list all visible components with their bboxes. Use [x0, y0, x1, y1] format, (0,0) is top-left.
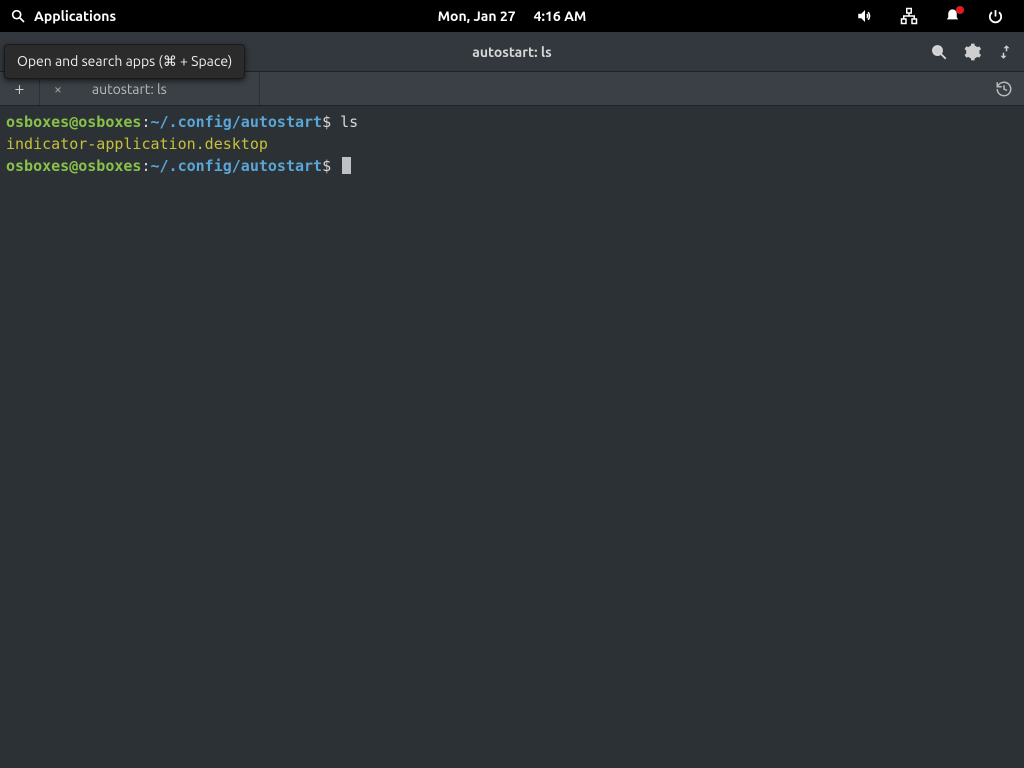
window-title: autostart: ls [472, 44, 552, 60]
notification-badge [956, 6, 964, 14]
prompt-sigil: $ [322, 157, 331, 175]
command-text: ls [340, 113, 358, 131]
notification-bell-icon[interactable] [944, 8, 961, 25]
volume-icon[interactable] [856, 7, 874, 25]
close-tab-icon[interactable]: × [54, 81, 62, 97]
applications-tooltip: Open and search apps (⌘ + Space) [4, 44, 245, 79]
tab-label: autostart: ls [92, 81, 167, 97]
topbar-status-area [856, 7, 1014, 25]
date-label: Mon, Jan 27 [438, 8, 516, 24]
prompt-user: osboxes@osboxes [6, 157, 141, 175]
terminal-cursor [342, 157, 351, 174]
prompt-sigil: $ [322, 113, 331, 131]
system-topbar: Applications Mon, Jan 27 4:16 AM [0, 0, 1024, 32]
topbar-left: Applications [10, 8, 856, 24]
prompt-user: osboxes@osboxes [6, 113, 141, 131]
tab-history-button[interactable] [984, 72, 1024, 105]
applications-menu[interactable]: Applications [34, 8, 116, 24]
prompt-sep: : [141, 157, 150, 175]
terminal-window: × autostart: ls + × autostart: ls osboxe… [0, 32, 1024, 768]
prompt-sep: : [141, 113, 150, 131]
time-label: 4:16 AM [534, 8, 587, 24]
settings-gear-icon[interactable] [962, 42, 982, 62]
prompt-path: ~/.config/autostart [151, 157, 323, 175]
topbar-clock[interactable]: Mon, Jan 27 4:16 AM [438, 8, 587, 24]
search-in-terminal-icon[interactable] [930, 43, 948, 61]
network-icon[interactable] [900, 7, 918, 25]
terminal-output-line: indicator-application.desktop [6, 135, 268, 153]
titlebar-controls [930, 42, 1024, 62]
power-icon[interactable] [987, 8, 1004, 25]
restore-window-icon[interactable] [996, 43, 1014, 61]
prompt-path: ~/.config/autostart [151, 113, 323, 131]
search-icon[interactable] [10, 8, 26, 24]
terminal-body[interactable]: osboxes@osboxes:~/.config/autostart$ ls … [0, 106, 1024, 768]
